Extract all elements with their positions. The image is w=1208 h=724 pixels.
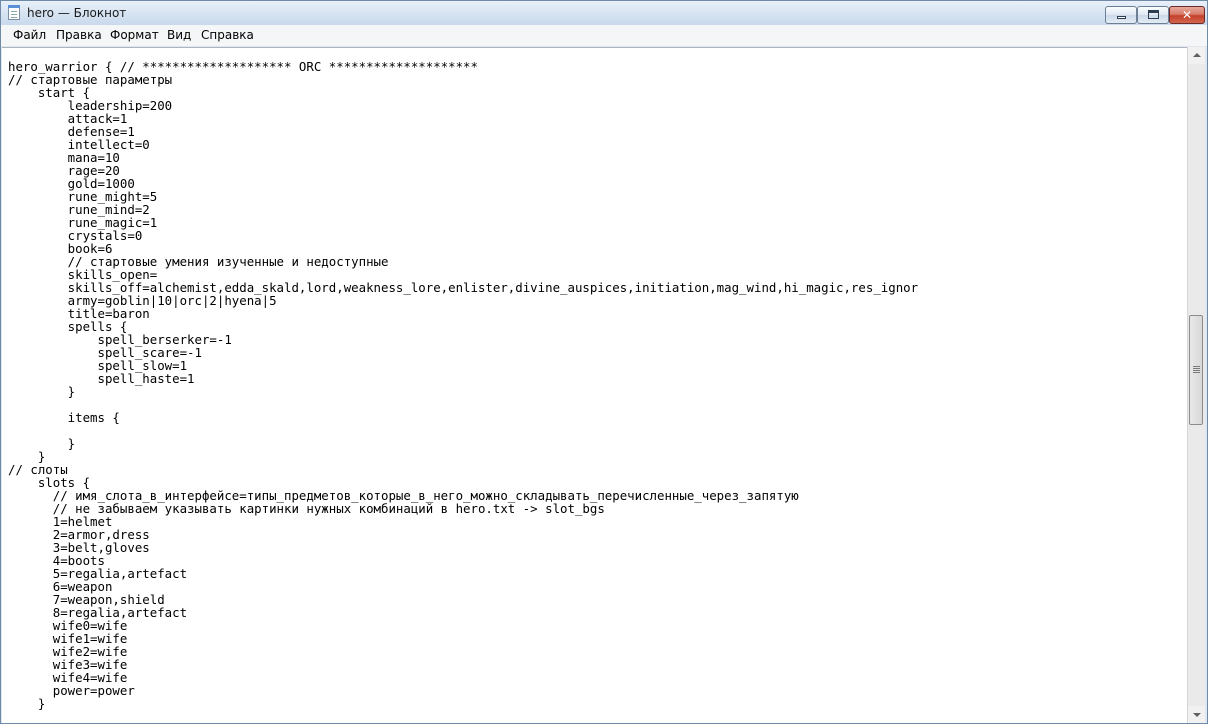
menu-bar: Файл Правка Формат Вид Справка [1,25,1207,47]
scroll-up-button[interactable] [1188,47,1205,64]
title-bar[interactable]: hero — Блокнот ✕ [1,1,1207,25]
close-icon: ✕ [1181,8,1193,22]
menu-file[interactable]: Файл [13,28,46,42]
scroll-down-button[interactable] [1188,706,1205,723]
grip-icon [1193,366,1200,367]
menu-edit[interactable]: Правка [56,28,102,42]
menu-help[interactable]: Справка [201,28,254,42]
notepad-window: hero — Блокнот ✕ Файл Правка Формат Вид … [0,0,1208,724]
maximize-icon [1148,10,1159,19]
editor-text[interactable]: hero_warrior { // ******************** O… [8,60,918,710]
scrollbar-thumb[interactable] [1189,315,1203,425]
text-editor[interactable]: hero_warrior { // ******************** O… [2,47,1187,723]
scroll-down-arrow-icon [1193,713,1201,717]
window-title: hero — Блокнот [27,6,127,20]
scroll-up-arrow-icon [1193,53,1201,57]
menu-format[interactable]: Формат [110,28,159,42]
minimize-icon [1117,16,1126,19]
vertical-scrollbar[interactable] [1187,47,1205,723]
close-button[interactable]: ✕ [1169,6,1205,24]
minimize-button[interactable] [1105,6,1137,24]
notepad-app-icon[interactable] [8,5,20,20]
maximize-button[interactable] [1137,6,1169,24]
menu-view[interactable]: Вид [167,28,191,42]
